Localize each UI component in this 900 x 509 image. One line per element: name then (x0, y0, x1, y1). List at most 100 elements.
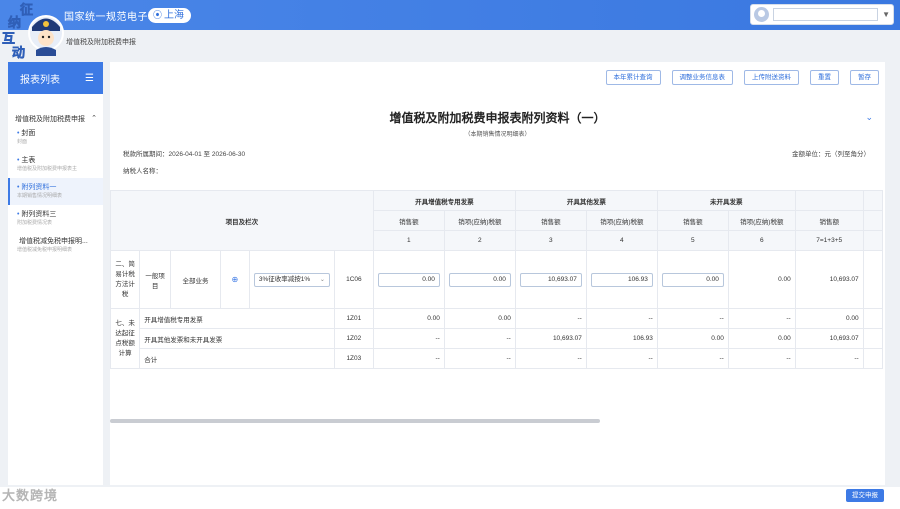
col-num: 6 (727, 230, 796, 251)
user-name-field (773, 8, 879, 21)
user-menu[interactable]: ▼ (750, 4, 894, 25)
sidebar-item-main-table[interactable]: • 主表 增值税及附加税费申报表主 (8, 151, 103, 178)
sidebar-item-tax-relief[interactable]: 增值税减免税申报明... 增值税减免税申报明细表 (8, 232, 103, 259)
sidebar-group-label: 增值税及附加税费申报 (15, 116, 85, 123)
amount-cell: 0.00 (372, 308, 445, 329)
rate-select[interactable]: 3%征收率减按1% ⌄ (253, 272, 330, 287)
row-code: 1C06 (333, 250, 374, 309)
sidebar-header: 报表列表 ☰ (8, 62, 103, 94)
upload-attachments-button[interactable]: 上传附送资料 (744, 70, 799, 85)
amount-input[interactable]: 0.00 (448, 272, 511, 287)
col-header: 销项(应纳)税额 (585, 210, 658, 231)
chevron-down-icon[interactable]: ⌄ (865, 112, 873, 123)
input-cell: 106.93 (585, 250, 658, 309)
row-label: 合计 (139, 348, 335, 369)
input-cell: 0.00 (443, 250, 516, 309)
bottom-bar (0, 487, 900, 509)
header-group-other-invoice: 开具其他发票 (514, 190, 658, 211)
amount-cell: -- (585, 348, 658, 369)
chevron-down-icon[interactable]: ▼ (882, 10, 890, 19)
col-header: 销售额 (514, 210, 587, 231)
toolbar: 本年累计查询 调整业务信息表 上传附送资料 重置 暂存 (605, 70, 879, 85)
sidebar-item-label: 附列资料三 (21, 211, 57, 218)
table-row: 二、简易计税方法计税 一般项目 全部业务 ⊕ 3%征收率减按1% ⌄ 1C06 0… (110, 250, 883, 309)
col-header: 销售额 (372, 210, 445, 231)
amount-input[interactable]: 0.00 (377, 272, 440, 287)
submit-button[interactable]: 提交申报 (846, 489, 884, 502)
table-row: 七、未达起征点税额计算 开具增值税专用发票 1Z01 0.00 0.00 -- … (110, 308, 883, 369)
amount-cell: -- (656, 308, 729, 329)
section-label: 七、未达起征点税额计算 (110, 308, 141, 369)
schedule-table: 项目及栏次 开具增值税专用发票 开具其他发票 未开具发票 销售额 销项(应纳)税… (110, 190, 883, 420)
breadcrumb: 增值税及附加税费申报 (66, 39, 136, 46)
rate-select-value: 3%征收率减按1% (258, 275, 311, 283)
section-label: 二、简易计税方法计税 (110, 250, 141, 309)
sidebar-group[interactable]: 增值税及附加税费申报 ⌃ (8, 94, 103, 124)
empty-cell (862, 308, 883, 329)
add-row-cell[interactable]: ⊕ (219, 250, 250, 309)
col-header: 销售额 (794, 210, 864, 231)
row-label: 开具增值税专用发票 (139, 308, 335, 329)
save-draft-button[interactable]: 暂存 (850, 70, 879, 85)
chevron-down-icon: ⌄ (319, 276, 325, 283)
header-empty (862, 230, 883, 251)
amount-cell: -- (514, 348, 587, 369)
sidebar-item-label: 封面 (21, 130, 36, 137)
sidebar-item-sub: 增值税及附加税费申报表主 (17, 166, 78, 172)
amount-cell: 10,693.07 (514, 328, 587, 349)
mascot-logo[interactable]: 征 纳 互 动 (0, 0, 66, 62)
sidebar-item-cover[interactable]: • 封面 封面 (8, 124, 103, 151)
adjust-business-button[interactable]: 调整业务信息表 (671, 70, 733, 85)
amount-input[interactable]: 106.93 (590, 272, 653, 287)
region-label: 上海 (164, 10, 185, 21)
row-code: 1Z02 (333, 328, 374, 349)
col-header: 销售额 (656, 210, 729, 231)
amount-cell: -- (443, 348, 516, 369)
row-code: 1Z01 (333, 308, 374, 329)
mascot-char-4: 动 (12, 46, 25, 61)
sidebar-item-label: 增值税减免税申报明... (18, 238, 88, 245)
amount-cell: 0.00 (727, 250, 796, 309)
table-row: 开具其他发票和未开具发票 1Z02 -- -- 10,693.07 106.93… (111, 328, 883, 349)
col-header: 销项(应纳)税额 (727, 210, 796, 231)
amount-input[interactable]: 0.00 (661, 272, 724, 287)
main-panel: 本年累计查询 调整业务信息表 上传附送资料 重置 暂存 增值税及附加税费申报表附… (110, 62, 885, 485)
header-empty (862, 210, 883, 231)
amount-cell: -- (372, 328, 445, 349)
bullet-icon: • (17, 184, 20, 191)
col-header: 销项(应纳)税额 (443, 210, 516, 231)
input-cell: 0.00 (372, 250, 445, 309)
bullet-icon: • (17, 130, 20, 137)
menu-icon[interactable]: ☰ (85, 73, 94, 84)
header-empty (862, 190, 883, 211)
header-empty (794, 190, 864, 211)
amount-cell: 10,693.07 (794, 328, 864, 349)
sidebar-item-sub: 封面 (17, 139, 28, 145)
amount-input[interactable]: 10,693.07 (519, 272, 582, 287)
amount-cell: -- (727, 348, 796, 369)
location-pin-icon: ⦿ (153, 10, 163, 20)
bullet-icon: • (17, 211, 20, 218)
row-label: 开具其他发票和未开具发票 (139, 328, 335, 349)
empty-cell (862, 348, 883, 369)
reset-button[interactable]: 重置 (810, 70, 839, 85)
amount-cell: 106.93 (585, 328, 658, 349)
rate-select-cell: 3%征收率减按1% ⌄ (248, 250, 335, 309)
sidebar-item-label: 附列资料一 (21, 184, 57, 191)
bullet-icon: • (17, 157, 20, 164)
annual-query-button[interactable]: 本年累计查询 (605, 70, 661, 85)
row-code: 1Z03 (333, 348, 374, 369)
tax-period: 税款所属期间：2026-04-01 至 2026-06-30 (123, 151, 246, 158)
horizontal-scrollbar[interactable] (110, 419, 600, 423)
sidebar-item-sub: 本期销售情况明细表 (17, 193, 63, 199)
amount-cell: 0.00 (727, 328, 796, 349)
sidebar-item-schedule-3[interactable]: • 附列资料三 附加税费情况表 (8, 205, 103, 232)
sidebar-item-schedule-1[interactable]: • 附列资料一 本期销售情况明细表 (8, 178, 103, 205)
region-selector[interactable]: ⦿ 上海 (148, 8, 192, 23)
amount-cell: 10,693.07 (794, 250, 864, 309)
amount-cell: -- (443, 328, 516, 349)
amount-cell: 0.00 (794, 308, 864, 329)
amount-cell: -- (656, 348, 729, 369)
empty-cell (862, 250, 883, 309)
plus-circle-icon[interactable]: ⊕ (231, 275, 238, 284)
